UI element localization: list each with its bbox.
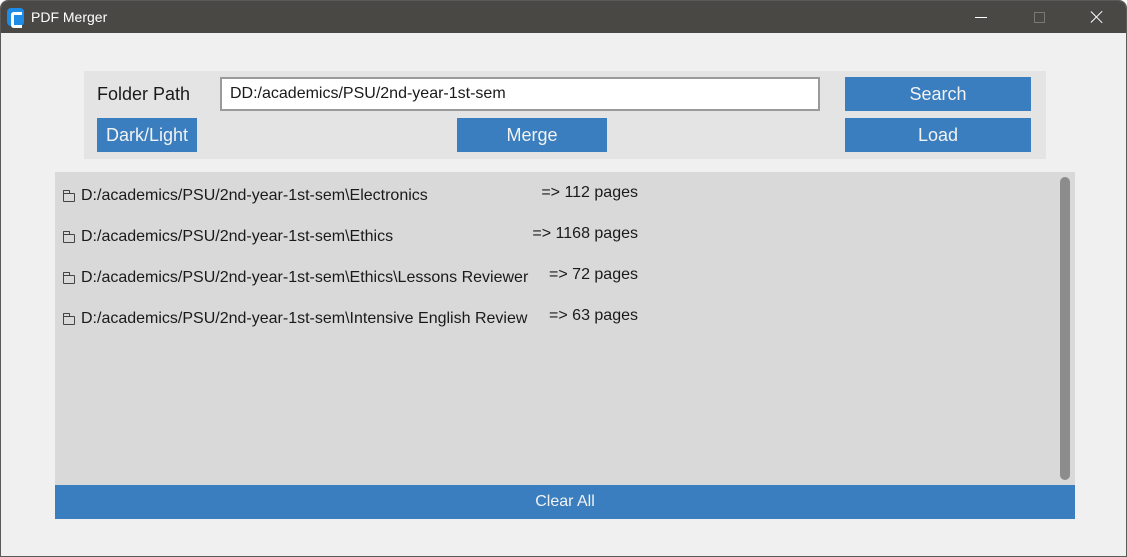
app-logo-icon [7, 8, 24, 28]
folder-path-label: Folder Path [97, 84, 191, 104]
folder-path-text: D:/academics/PSU/2nd-year-1st-sem\Ethics… [81, 269, 529, 286]
page-count: => 63 pages [549, 307, 638, 324]
maximize-icon [1033, 11, 1045, 23]
close-button[interactable] [1069, 1, 1125, 33]
list-item[interactable]: D:/academics/PSU/2nd-year-1st-sem\Electr… [62, 184, 662, 206]
folder-icon [63, 190, 75, 202]
close-icon [1090, 10, 1104, 24]
list-scrollbar[interactable] [1060, 177, 1070, 480]
dark-light-toggle-button[interactable]: Dark/Light [97, 118, 197, 152]
load-button[interactable]: Load [845, 118, 1031, 152]
clear-all-button[interactable]: Clear All [55, 485, 1075, 519]
title-bar[interactable]: PDF Merger [1, 1, 1126, 33]
page-count: => 72 pages [549, 266, 638, 283]
toolbar-panel: Folder Path Search Dark/Light Merge Load [84, 71, 1046, 159]
folder-path-text: D:/academics/PSU/2nd-year-1st-sem\Ethics [81, 228, 394, 245]
app-window: PDF Merger Folder Path Search Dark/Light… [0, 0, 1127, 557]
folder-path-text: D:/academics/PSU/2nd-year-1st-sem\Intens… [81, 310, 528, 327]
minimize-button[interactable] [953, 1, 1009, 33]
folder-icon [63, 272, 75, 284]
folder-icon [63, 231, 75, 243]
search-button[interactable]: Search [845, 77, 1031, 111]
folder-path-input[interactable] [220, 77, 820, 111]
list-item[interactable]: D:/academics/PSU/2nd-year-1st-sem\Intens… [62, 307, 662, 329]
folder-path-text: D:/academics/PSU/2nd-year-1st-sem\Electr… [81, 187, 428, 204]
maximize-button[interactable] [1011, 1, 1067, 33]
page-count: => 112 pages [541, 184, 638, 201]
merge-button[interactable]: Merge [457, 118, 607, 152]
window-title: PDF Merger [31, 9, 108, 25]
minimize-icon [975, 16, 987, 18]
folder-list[interactable]: D:/academics/PSU/2nd-year-1st-sem\Electr… [55, 172, 1075, 485]
list-item[interactable]: D:/academics/PSU/2nd-year-1st-sem\Ethics… [62, 225, 662, 247]
list-item[interactable]: D:/academics/PSU/2nd-year-1st-sem\Ethics… [62, 266, 662, 288]
page-count: => 1168 pages [532, 225, 638, 242]
folder-icon [63, 313, 75, 325]
